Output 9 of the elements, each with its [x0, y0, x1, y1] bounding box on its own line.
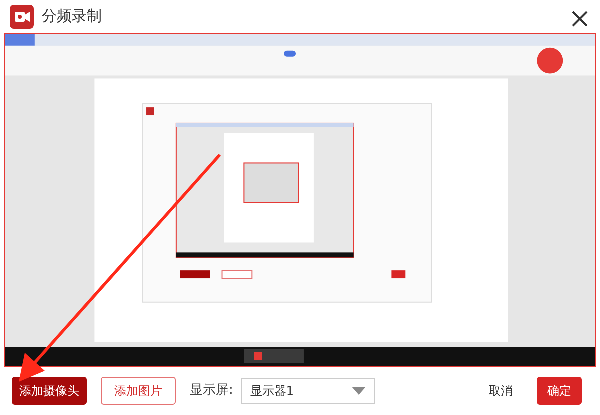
confirm-button[interactable]: 确定 [537, 377, 582, 405]
window-title: 分频录制 [42, 6, 102, 28]
display-select[interactable]: 显示器1 [241, 378, 376, 404]
app-logo-icon [10, 4, 34, 28]
cancel-button[interactable]: 取消 [485, 377, 517, 405]
add-image-button[interactable]: 添加图片 [101, 377, 176, 405]
caret-icon [352, 387, 366, 395]
add-camera-button[interactable]: 添加摄像头 [12, 377, 87, 405]
display-label: 显示屏: [190, 382, 234, 400]
